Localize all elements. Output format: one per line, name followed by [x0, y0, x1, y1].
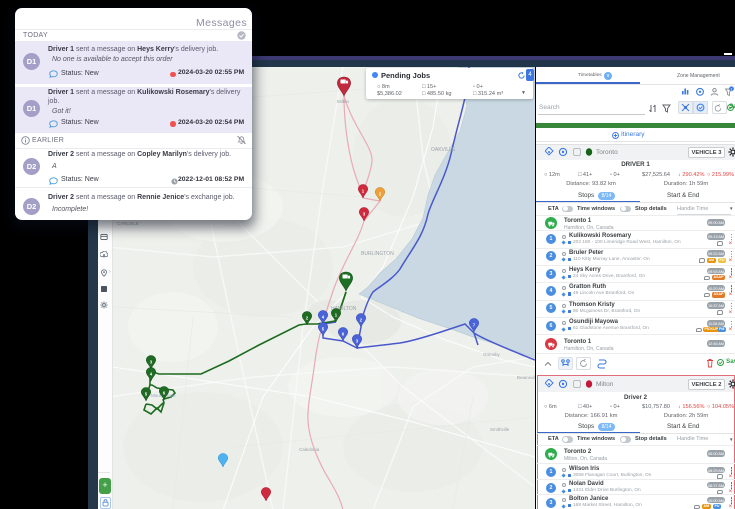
- svg-text:Milton: Milton: [337, 99, 350, 104]
- svg-text:OAKVILLE: OAKVILLE: [431, 147, 456, 153]
- svg-text:Smithville: Smithville: [490, 427, 510, 432]
- svg-text:Grimsby: Grimsby: [483, 352, 500, 357]
- svg-text:Beamsville: Beamsville: [517, 375, 535, 380]
- svg-text:CARLISLE: CARLISLE: [117, 221, 139, 226]
- svg-text:BURLINGTON: BURLINGTON: [361, 251, 394, 257]
- svg-text:Caledonia: Caledonia: [299, 447, 320, 452]
